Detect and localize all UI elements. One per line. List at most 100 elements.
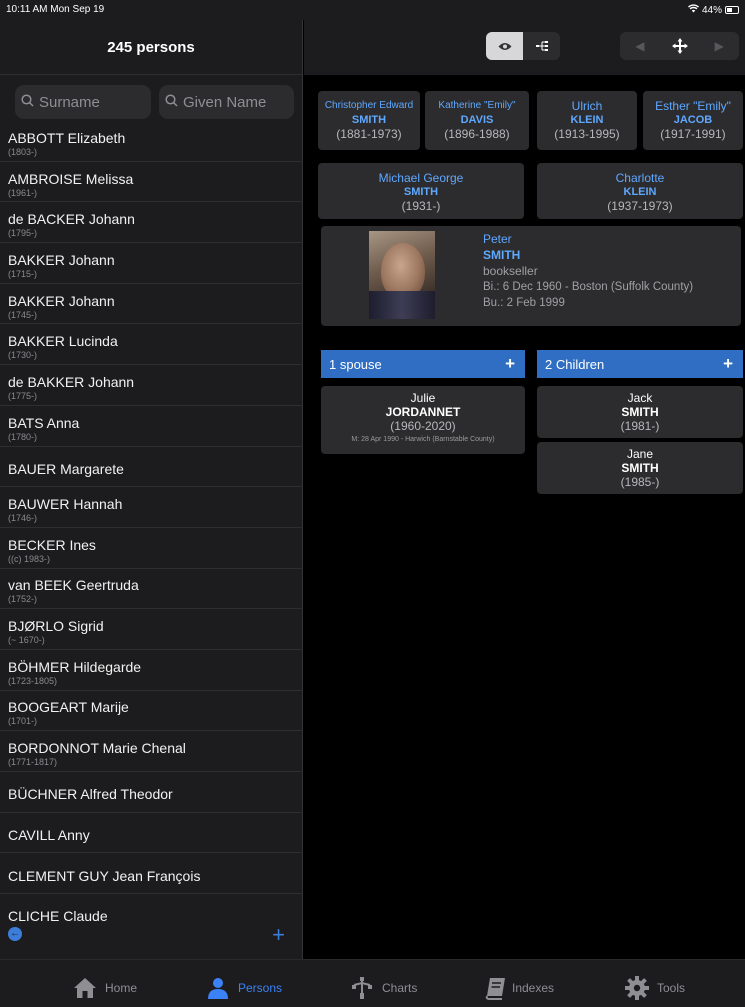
given-name-search-field[interactable]: Given Name: [159, 85, 294, 119]
grandparent-surname: JACOB: [673, 114, 713, 126]
person-dates: (1780-): [8, 431, 38, 442]
main-person-occupation: bookseller: [483, 264, 538, 278]
move-icon[interactable]: [660, 32, 700, 60]
grandparent-years: (1917-1991): [660, 127, 726, 141]
person-list[interactable]: ABBOTT Elizabeth (1803-) AMBROISE Melissa(…: [0, 121, 303, 921]
person-name: BÜCHNER Alfred Theodor: [8, 786, 173, 803]
person-name: BÖHMER Hildegarde: [8, 658, 142, 675]
tab-charts[interactable]: Charts: [350, 976, 417, 1000]
book-icon: [484, 976, 508, 1000]
child-surname: SMITH: [621, 405, 659, 419]
person-list-item[interactable]: BÖHMER Hildegarde (1723-1805): [0, 650, 303, 691]
tab-tools-label: Tools: [657, 981, 686, 995]
children-section-header: 2 Children +: [537, 350, 743, 378]
wifi-icon: [687, 4, 699, 16]
children-count-label: 2 Children: [545, 356, 605, 372]
parent-card-father[interactable]: Michael George SMITH (1931-): [318, 163, 524, 219]
photo-shirt: [369, 291, 435, 319]
add-child-button[interactable]: +: [723, 354, 733, 374]
persons-sidebar: 245 persons Surname Given Name ABBOTT El…: [0, 20, 303, 959]
person-dates: (1730-): [8, 350, 38, 361]
grandparent-years: (1881-1973): [336, 127, 402, 141]
grandparent-card[interactable]: Christopher Edward SMITH (1881-1973): [318, 91, 420, 150]
tab-indexes-label: Indexes: [512, 981, 555, 995]
family-view-toolbar: ◀ ▶: [304, 20, 745, 75]
person-list-item[interactable]: BORDONNOT Marie Chenal (1771-1817): [0, 731, 303, 772]
parent-given-name: Charlotte: [615, 171, 665, 185]
person-list-item[interactable]: BAKKER Johann (1745-): [0, 284, 303, 325]
person-name: de BAKKER Johann: [8, 373, 135, 390]
main-person-given-name: Peter: [483, 232, 512, 246]
person-name: BORDONNOT Marie Chenal: [8, 740, 186, 757]
tab-home-label: Home: [105, 981, 138, 995]
person-dates: (1771-1817): [8, 757, 58, 768]
parent-card-mother[interactable]: Charlotte KLEIN (1937-1973): [537, 163, 743, 219]
tree-view-icon[interactable]: [523, 32, 560, 60]
next-arrow-icon[interactable]: ▶: [699, 32, 739, 60]
grandparent-card[interactable]: Katherine "Emily" DAVIS (1896-1988): [425, 91, 529, 150]
child-card[interactable]: Jane SMITH (1985-): [537, 442, 743, 494]
person-list-item[interactable]: AMBROISE Melissa (1961-): [0, 162, 303, 203]
person-name: BECKER Ines: [8, 536, 96, 553]
tab-home[interactable]: Home: [73, 976, 137, 1000]
person-list-item[interactable]: BATS Anna (1780-): [0, 406, 303, 447]
person-list-item[interactable]: BJØRLO Sigrid (~ 1670-): [0, 609, 303, 650]
persons-count-title: 245 persons: [0, 20, 302, 75]
person-photo[interactable]: [369, 231, 435, 319]
main-person-birth: Bi.: 6 Dec 1960 - Boston (Suffolk County…: [483, 281, 694, 293]
person-dates: (1775-): [8, 390, 38, 401]
child-card[interactable]: Jack SMITH (1981-): [537, 386, 743, 438]
child-given-name: Jane: [626, 447, 654, 461]
grandparent-surname: DAVIS: [460, 114, 494, 126]
person-list-item[interactable]: de BAKKER Johann (1775-): [0, 365, 303, 406]
child-years: (1985-): [620, 475, 660, 489]
person-name: CLICHE Claude: [8, 908, 108, 921]
person-dates: ((c) 1983-): [8, 553, 51, 564]
person-list-item[interactable]: CAVILL Anny: [0, 813, 303, 854]
tab-tools[interactable]: Tools: [625, 976, 685, 1000]
person-name: AMBROISE Melissa: [8, 170, 134, 187]
spouse-count-label: 1 spouse: [329, 356, 382, 372]
person-list-item[interactable]: ABBOTT Elizabeth (1803-): [0, 121, 303, 162]
grandparent-surname: SMITH: [351, 114, 387, 126]
person-list-item[interactable]: BAKKER Lucinda (1730-): [0, 324, 303, 366]
main-person-card[interactable]: Peter SMITH bookseller Bi.: 6 Dec 1960 -…: [321, 226, 741, 326]
search-icon: [165, 94, 178, 110]
previous-arrow-icon[interactable]: ◀: [620, 32, 660, 60]
grandparent-given-name: Ulrich: [571, 99, 603, 113]
person-name: BAKKER Johann: [8, 251, 115, 268]
given-name-placeholder: Given Name: [183, 93, 267, 111]
add-person-button[interactable]: +: [272, 922, 285, 948]
parent-surname: SMITH: [403, 186, 439, 198]
person-name: BATS Anna: [8, 414, 80, 431]
person-name: BOOGEART Marije: [8, 699, 129, 716]
surname-search-field[interactable]: Surname: [15, 85, 151, 119]
person-list-item[interactable]: CLICHE Claude: [0, 894, 303, 921]
add-spouse-button[interactable]: +: [505, 354, 515, 374]
person-list-item[interactable]: BAUER Margarete: [0, 447, 303, 488]
tab-persons[interactable]: Persons: [206, 976, 282, 1000]
person-dates: (1745-): [8, 309, 38, 320]
person-name: BAUER Margarete: [8, 460, 124, 477]
grandparent-card[interactable]: Ulrich KLEIN (1913-1995): [537, 91, 637, 150]
status-time: 10:11 AM Mon Sep 19: [6, 4, 105, 15]
back-arrow-button[interactable]: ←: [8, 927, 22, 941]
person-list-item[interactable]: de BACKER Johann (1795-): [0, 202, 303, 244]
tab-persons-label: Persons: [238, 981, 283, 995]
grandparent-card[interactable]: Esther "Emily" JACOB (1917-1991): [643, 91, 743, 150]
person-list-item[interactable]: CLEMENT GUY Jean François: [0, 853, 303, 895]
parent-given-name: Michael George: [378, 171, 464, 185]
person-list-item[interactable]: BAKKER Johann (1715-): [0, 243, 303, 284]
tab-indexes[interactable]: Indexes: [484, 976, 554, 1000]
eye-icon[interactable]: [486, 32, 523, 60]
person-list-item[interactable]: van BEEK Geertruda (1752-): [0, 569, 303, 610]
person-list-item[interactable]: BÜCHNER Alfred Theodor: [0, 772, 303, 813]
grandparent-years: (1913-1995): [554, 127, 620, 141]
main-person-surname: SMITH: [483, 248, 521, 262]
spouse-card[interactable]: Julie JORDANNET (1960-2020) M: 28 Apr 19…: [321, 386, 525, 454]
sidebar-footer: ← +: [0, 921, 303, 959]
person-dates: (1752-): [8, 594, 38, 605]
person-list-item[interactable]: BECKER Ines ((c) 1983-): [0, 528, 303, 569]
person-list-item[interactable]: BOOGEART Marije (1701-): [0, 691, 303, 732]
person-list-item[interactable]: BAUWER Hannah (1746-): [0, 487, 303, 528]
